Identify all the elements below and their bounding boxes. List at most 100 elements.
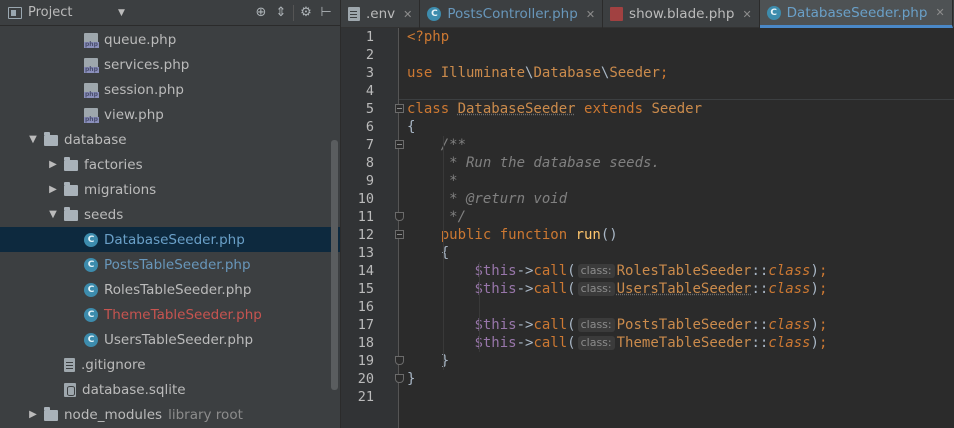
blade-file-icon (610, 7, 624, 21)
tree-item[interactable]: ▶ node_modules library root (0, 402, 340, 427)
code-token: call (533, 263, 568, 279)
line-number: 14 (357, 263, 374, 279)
tab-label: .env (366, 6, 396, 22)
collapsed-arrow-icon[interactable]: ▶ (46, 184, 60, 195)
project-panel-title[interactable]: Project (28, 5, 118, 20)
editor-tab[interactable]: C PostsController.php ✕ (420, 0, 604, 28)
tree-item-label: node_modules (64, 406, 163, 423)
fold-marker-icon[interactable] (395, 230, 404, 239)
tree-item-label: .gitignore (81, 356, 146, 373)
collapsed-arrow-icon[interactable]: ▶ (46, 159, 60, 170)
code-token: Database (533, 65, 601, 81)
tree-item[interactable]: C PostsTableSeeder.php (0, 252, 340, 277)
gear-icon[interactable]: ⚙ (296, 3, 316, 23)
fold-marker-icon[interactable] (395, 212, 404, 221)
code-line: $this->call(class: UsersTableSeeder::clas… (407, 280, 827, 298)
code-token: public function (440, 227, 576, 243)
library-root-label: library root (168, 406, 243, 423)
chevron-down-icon[interactable]: ▼ (118, 8, 125, 18)
collapsed-arrow-icon[interactable]: ▶ (26, 409, 40, 420)
code-token: :: (751, 335, 769, 351)
code-token: -> (516, 263, 534, 279)
code-token: ( (567, 335, 576, 351)
tree-item[interactable]: ▶ factories (0, 152, 340, 177)
tree-item[interactable]: queue.php (0, 27, 340, 52)
close-icon[interactable]: ✕ (403, 8, 412, 21)
code-token: :: (751, 281, 769, 297)
editor-tab[interactable]: .env ✕ (341, 0, 421, 28)
folder-icon (64, 181, 78, 196)
close-icon[interactable]: ✕ (586, 8, 595, 21)
tree-item[interactable]: C DatabaseSeeder.php (0, 227, 340, 252)
target-icon[interactable]: ⊕ (251, 3, 271, 23)
parameter-hint: class: (577, 336, 615, 350)
tree-item[interactable]: .gitignore (0, 352, 340, 377)
folder-icon (44, 131, 58, 146)
code-token: ) (810, 335, 819, 351)
code-token: $this (474, 335, 517, 351)
tree-item[interactable]: ▼ seeds (0, 202, 340, 227)
tree-item-label: seeds (84, 206, 124, 223)
tree-item[interactable]: view.php (0, 102, 340, 127)
code-line: * @return void (407, 190, 567, 208)
expanded-arrow-icon[interactable]: ▼ (26, 134, 40, 145)
line-number: 19 (357, 353, 374, 369)
code-token: () (600, 227, 618, 243)
tree-item[interactable]: C ThemeTableSeeder.php (0, 302, 340, 327)
code-line: $this->call(class: RolesTableSeeder::clas… (407, 262, 827, 280)
code-token: Seeder (609, 65, 660, 81)
code-token: ; (818, 335, 828, 351)
line-number: 20 (357, 371, 374, 387)
method-separator (399, 99, 954, 100)
line-number: 13 (357, 245, 374, 261)
code-token: */ (440, 209, 467, 225)
fold-marker-icon[interactable] (395, 356, 404, 365)
code-token: call (533, 281, 568, 297)
code-token: -> (516, 335, 534, 351)
code-token: ( (567, 263, 576, 279)
code-line: $this->call(class: PostsTableSeeder::clas… (407, 316, 827, 334)
fold-marker-icon[interactable] (395, 140, 404, 149)
tree-item[interactable]: database.sqlite (0, 377, 340, 402)
tree-item-label: migrations (84, 181, 157, 198)
tree-item-label: database (64, 131, 127, 148)
code-token: ) (810, 281, 819, 297)
tree-item[interactable]: services.php (0, 52, 340, 77)
tree-item[interactable]: ▶ migrations (0, 177, 340, 202)
code-token: class (768, 263, 811, 279)
project-scrollbar[interactable] (331, 140, 338, 390)
line-number: 2 (365, 47, 374, 63)
tree-item[interactable]: ▼ database (0, 127, 340, 152)
php-class-icon: C (84, 332, 98, 347)
fold-marker-icon[interactable] (395, 104, 404, 113)
tab-label: PostsController.php (447, 6, 578, 22)
tree-item-label: RolesTableSeeder.php (104, 281, 252, 298)
line-number: 18 (357, 335, 374, 351)
tree-item[interactable]: C RolesTableSeeder.php (0, 277, 340, 302)
tree-item[interactable]: session.php (0, 77, 340, 102)
fold-marker-icon[interactable] (395, 374, 404, 383)
collapse-icon[interactable]: ⇕ (271, 3, 291, 23)
editor-tab[interactable]: C DatabaseSeeder.php ✕ (759, 0, 953, 28)
code-token: { (407, 119, 416, 135)
hide-icon[interactable]: ⊢ (316, 3, 336, 23)
code-editor[interactable]: 1 2 3 4 5 6 7 8 9 10 11 12 13 14 15 16 17 18 19 20 21 <?php u… (341, 28, 954, 428)
code-token: * @return void (440, 191, 568, 207)
code-line: class DatabaseSeeder extends Seeder (407, 100, 702, 118)
close-icon[interactable]: ✕ (742, 8, 751, 21)
expanded-arrow-icon[interactable]: ▼ (46, 209, 60, 220)
tree-item-label: database.sqlite (82, 381, 186, 398)
editor-tab[interactable]: show.blade.php ✕ (603, 0, 760, 28)
tree-item[interactable]: C UsersTableSeeder.php (0, 327, 340, 352)
tree-item-label: services.php (104, 56, 190, 73)
code-token: run (575, 227, 601, 243)
project-panel-tools: ⊕ ⇕ ⚙ ⊢ (251, 3, 340, 23)
close-icon[interactable]: ✕ (935, 6, 944, 19)
code-token: class (768, 281, 811, 297)
